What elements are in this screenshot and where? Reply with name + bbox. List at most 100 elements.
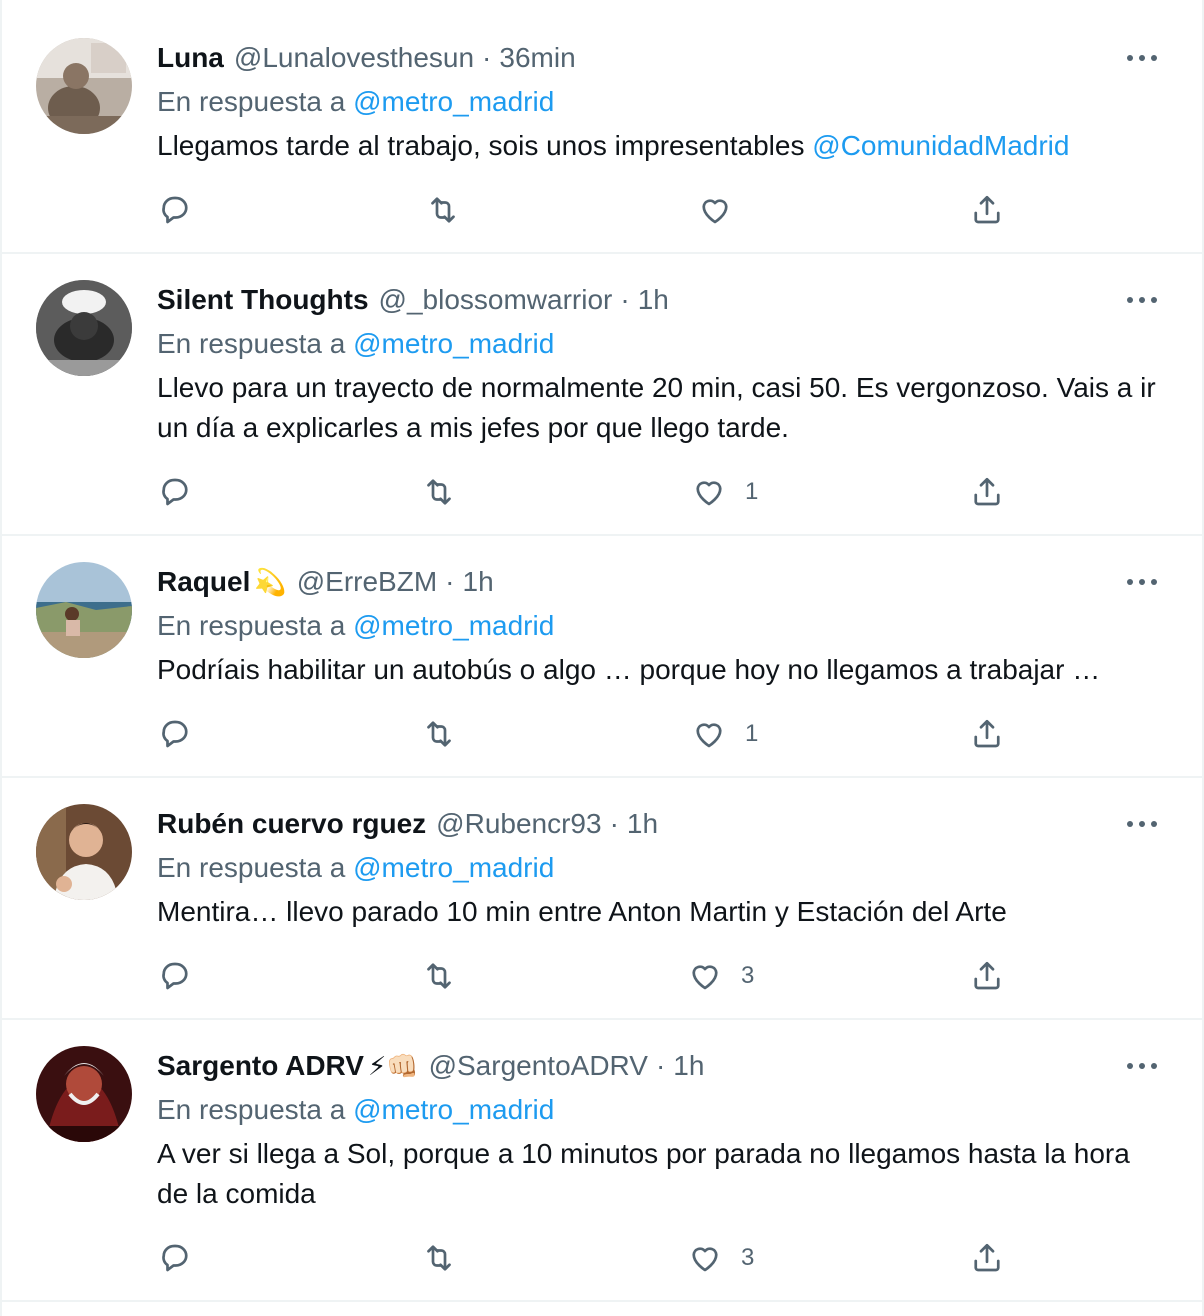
- retweet-button[interactable]: [425, 188, 461, 232]
- tweet-actions: 3: [157, 1236, 1017, 1280]
- separator: ·: [655, 1050, 666, 1081]
- retweet-button[interactable]: [421, 954, 457, 998]
- avatar[interactable]: [36, 38, 132, 134]
- more-icon[interactable]: [1122, 1044, 1162, 1088]
- timestamp[interactable]: 1h: [673, 1044, 704, 1088]
- name-emoji: ⚡👊🏻: [367, 1051, 419, 1081]
- author-name[interactable]: Sargento ADRV: [157, 1044, 364, 1088]
- like-count: 1: [745, 720, 759, 747]
- tweet-actions: 1: [157, 712, 1017, 756]
- like-icon: [696, 481, 722, 506]
- retweet-icon: [431, 197, 455, 223]
- author-name[interactable]: Silent Thoughts: [157, 278, 369, 322]
- tweet-text: A ver si llega a Sol, porque a 10 minuto…: [157, 1138, 1130, 1209]
- reply-feed: Luna @Lunalovesthesun · 36min En respues…: [0, 0, 1204, 1316]
- author-handle[interactable]: @Rubencr93: [436, 802, 601, 846]
- like-button[interactable]: 1: [691, 712, 758, 756]
- like-count: 3: [741, 1244, 755, 1271]
- retweet-icon: [427, 721, 451, 747]
- like-count: 3: [741, 962, 755, 989]
- reply-prefix: En respuesta a: [157, 86, 346, 117]
- author-name[interactable]: Luna: [157, 36, 224, 80]
- separator: ·: [620, 284, 630, 315]
- avatar[interactable]: [36, 1046, 132, 1142]
- more-icon[interactable]: [1122, 802, 1162, 846]
- tweet-header: Sargento ADRV ⚡👊🏻 @SargentoADRV · 1h: [157, 1044, 1162, 1088]
- share-icon: [974, 477, 1000, 506]
- tweet[interactable]: Silent Thoughts @_blossomwarrior · 1h En…: [2, 254, 1202, 536]
- reply-button[interactable]: [157, 188, 193, 232]
- author-handle[interactable]: @SargentoADRV: [429, 1044, 648, 1088]
- retweet-button[interactable]: [421, 1236, 457, 1280]
- reply-prefix: En respuesta a: [157, 328, 346, 359]
- like-icon: [692, 1247, 718, 1272]
- separator: ·: [445, 566, 455, 597]
- separator: ·: [609, 808, 619, 839]
- reply-button[interactable]: [157, 1236, 193, 1280]
- tweet[interactable]: Raquel 💫 @ErreBZM · 1h En respuesta a @m…: [2, 536, 1202, 778]
- like-icon: [696, 723, 722, 748]
- reply-prefix: En respuesta a: [157, 610, 346, 641]
- retweet-button[interactable]: [421, 712, 457, 756]
- tweet-text: Podríais habilitar un autobús o algo … p…: [157, 654, 1101, 685]
- reply-prefix: En respuesta a: [157, 852, 346, 883]
- tweet[interactable]: Rubén cuervo rguez @Rubencr93 · 1h En re…: [2, 778, 1202, 1020]
- retweet-icon: [427, 479, 451, 505]
- reply-icon: [162, 478, 188, 506]
- reply-icon: [162, 962, 188, 990]
- like-button[interactable]: [697, 188, 751, 232]
- mention-link[interactable]: @ComunidadMadrid: [812, 130, 1069, 161]
- reply-context: En respuesta a @metro_madrid: [157, 80, 1162, 124]
- share-button[interactable]: [969, 1236, 1005, 1280]
- timestamp[interactable]: 36min: [499, 36, 575, 80]
- reply-icon: [162, 196, 188, 224]
- like-count: 1: [745, 478, 759, 505]
- avatar[interactable]: [36, 804, 132, 900]
- reply-mention-link[interactable]: @metro_madrid: [353, 328, 554, 359]
- retweet-icon: [427, 963, 451, 989]
- retweet-button[interactable]: [421, 470, 457, 514]
- timestamp[interactable]: 1h: [627, 802, 658, 846]
- avatar[interactable]: [36, 562, 132, 658]
- reply-context: En respuesta a @metro_madrid: [157, 1088, 1162, 1132]
- tweet-text: Mentira… llevo parado 10 min entre Anton…: [157, 896, 1007, 927]
- timestamp[interactable]: 1h: [463, 560, 494, 604]
- share-button[interactable]: [969, 712, 1005, 756]
- share-button[interactable]: [969, 954, 1005, 998]
- share-button[interactable]: [969, 188, 1005, 232]
- more-icon[interactable]: [1122, 560, 1162, 604]
- share-icon: [974, 1243, 1000, 1272]
- reply-icon: [162, 720, 188, 748]
- reply-icon: [162, 1244, 188, 1272]
- author-handle[interactable]: @_blossomwarrior: [379, 278, 613, 322]
- like-button[interactable]: 1: [691, 470, 758, 514]
- avatar[interactable]: [36, 280, 132, 376]
- reply-mention-link[interactable]: @metro_madrid: [353, 1094, 554, 1125]
- reply-mention-link[interactable]: @metro_madrid: [353, 852, 554, 883]
- tweet-actions: [157, 188, 1017, 232]
- author-name[interactable]: Raquel: [157, 560, 250, 604]
- share-icon: [974, 961, 1000, 990]
- like-button[interactable]: 3: [687, 954, 754, 998]
- share-button[interactable]: [969, 470, 1005, 514]
- reply-mention-link[interactable]: @metro_madrid: [353, 86, 554, 117]
- reply-context: En respuesta a @metro_madrid: [157, 322, 1162, 366]
- more-icon[interactable]: [1122, 278, 1162, 322]
- reply-button[interactable]: [157, 712, 193, 756]
- reply-context: En respuesta a @metro_madrid: [157, 846, 1162, 890]
- author-handle[interactable]: @ErreBZM: [297, 560, 437, 604]
- name-emoji: 💫: [254, 567, 287, 597]
- tweet[interactable]: Sargento ADRV ⚡👊🏻 @SargentoADRV · 1h En …: [2, 1020, 1202, 1302]
- timestamp[interactable]: 1h: [638, 278, 669, 322]
- tweet[interactable]: Luna @Lunalovesthesun · 36min En respues…: [2, 0, 1202, 254]
- author-name[interactable]: Rubén cuervo rguez: [157, 802, 426, 846]
- more-icon[interactable]: [1122, 36, 1162, 80]
- reply-button[interactable]: [157, 954, 193, 998]
- author-handle[interactable]: @Lunalovesthesun: [234, 36, 474, 80]
- reply-button[interactable]: [157, 470, 193, 514]
- reply-mention-link[interactable]: @metro_madrid: [353, 610, 554, 641]
- like-icon: [702, 199, 728, 224]
- tweet-text: Llevo para un trayecto de normalmente 20…: [157, 372, 1156, 443]
- like-button[interactable]: 3: [687, 1236, 754, 1280]
- tweet-text-body: Llegamos tarde al trabajo, sois unos imp…: [157, 130, 813, 161]
